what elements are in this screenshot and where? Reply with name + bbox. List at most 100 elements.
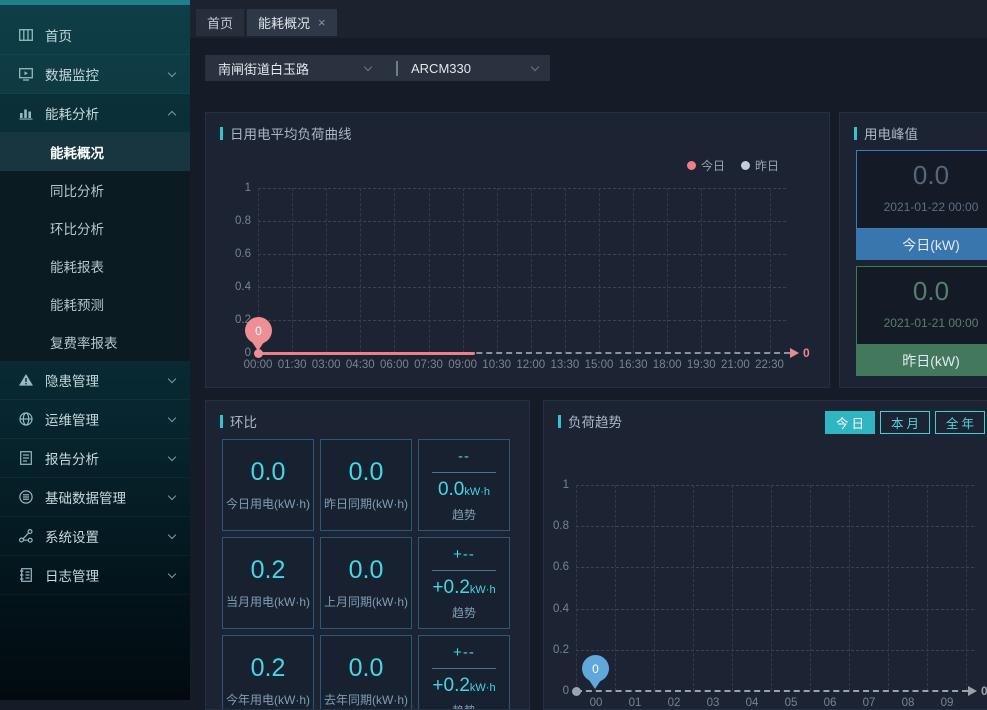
x-axis-tick: 02	[652, 697, 696, 710]
tab-label: 能耗概况	[258, 13, 310, 32]
gridline-v	[565, 188, 566, 353]
trend-panel: 负荷趋势 今日本月全年 00.20.40.60.8100010203040506…	[543, 400, 987, 710]
chevron-down-icon	[168, 491, 176, 499]
device-select[interactable]: ARCM330	[398, 55, 550, 81]
axis-end-value: 0	[803, 347, 810, 359]
gridline-v	[888, 485, 889, 691]
sidebar-menu: 首页数据监控能耗分析能耗概况同比分析环比分析能耗报表能耗预测复费率报表隐患管理运…	[0, 5, 190, 595]
sidebar-subitem[interactable]: 环比分析	[0, 209, 190, 247]
bar-chart-icon	[18, 105, 34, 121]
gridline-v	[463, 188, 464, 353]
gridline-v	[531, 188, 532, 353]
database-icon	[18, 489, 34, 505]
trend-range-buttons: 今日本月全年	[825, 411, 985, 434]
trend-divider	[432, 472, 496, 473]
log-icon	[18, 567, 34, 583]
gridline-h	[258, 320, 786, 321]
nodes-icon	[18, 528, 34, 544]
sidebar-item-log[interactable]: 日志管理	[0, 556, 190, 595]
huanbi-trend-card: --0.0kW·h趋势	[418, 439, 510, 531]
sidebar-subitem[interactable]: 能耗预测	[0, 285, 190, 323]
trend-unit: kW·h	[470, 584, 496, 596]
station-select-value: 南闸街道白玉路	[218, 59, 309, 78]
peak-card-green: 0.02021-01-21 00:00昨日(kW)	[856, 266, 987, 376]
sidebar-item-label: 系统设置	[45, 526, 169, 546]
chevron-down-icon	[168, 374, 176, 382]
sidebar: 首页数据监控能耗分析能耗概况同比分析环比分析能耗报表能耗预测复费率报表隐患管理运…	[0, 0, 190, 700]
x-axis-tick: 05	[769, 697, 813, 710]
gridline-h	[576, 567, 974, 568]
chevron-up-icon	[168, 110, 176, 118]
axis-arrow-icon	[968, 686, 977, 696]
trend-range-button[interactable]: 今日	[825, 411, 875, 434]
gridline-h	[576, 526, 974, 527]
tab-0[interactable]: 首页	[196, 9, 244, 36]
huanbi-trend-card: +--+0.2kW·h趋势	[418, 537, 510, 629]
sidebar-subitem[interactable]: 同比分析	[0, 171, 190, 209]
gridline-v	[667, 188, 668, 353]
trend-range-button[interactable]: 全年	[935, 411, 985, 434]
trend-divider	[432, 668, 496, 669]
tab-1[interactable]: 能耗概况 ×	[247, 9, 337, 36]
daily-load-chart: 00.20.40.60.8100:0001:3003:0004:3006:000…	[206, 113, 829, 387]
sidebar-item-monitor[interactable]: 数据监控	[0, 55, 190, 94]
y-axis-tick: 0.6	[211, 248, 251, 261]
gridline-v	[732, 485, 733, 691]
marker-tail	[252, 342, 264, 351]
panel-title-text: 环比	[230, 411, 257, 431]
chevron-down-icon	[531, 62, 539, 70]
peak-timestamp: 2021-01-22 00:00	[884, 200, 979, 214]
sidebar-item-nodes[interactable]: 系统设置	[0, 517, 190, 556]
gridline-v	[615, 485, 616, 691]
huanbi-value: 0.0	[349, 458, 384, 487]
filter-bar: 南闸街道白玉路 ARCM330	[205, 55, 550, 81]
trend-value: +0.2kW·h	[432, 675, 495, 697]
sidebar-subitem[interactable]: 能耗报表	[0, 247, 190, 285]
x-axis-line	[576, 690, 968, 692]
x-axis-tick: 07	[847, 697, 891, 710]
sidebar-item-home[interactable]: 首页	[0, 16, 190, 55]
y-axis-tick: 0.8	[211, 215, 251, 228]
legend-item-今日[interactable]: 今日	[687, 157, 725, 174]
sidebar-item-bar-chart[interactable]: 能耗分析	[0, 94, 190, 133]
trend-label: 趋势	[452, 506, 476, 523]
peak-timestamp: 2021-01-21 00:00	[884, 316, 979, 330]
huanbi-value-card: 0.0上月同期(kW·h)	[320, 537, 412, 629]
huanbi-label: 上月同期(kW·h)	[324, 593, 408, 610]
x-axis-tick: 01	[613, 697, 657, 710]
gridline-v	[292, 188, 293, 353]
sidebar-item-report[interactable]: 报告分析	[0, 439, 190, 478]
sidebar-item-globe[interactable]: 运维管理	[0, 400, 190, 439]
x-axis-tick: 04	[730, 697, 774, 710]
peak-panel: 用电峰值 0.02021-01-22 00:00今日(kW)0.02021-01…	[839, 112, 987, 388]
legend-label: 昨日	[755, 157, 779, 174]
sidebar-subitem[interactable]: 复费率报表	[0, 323, 190, 361]
sidebar-subitem[interactable]: 能耗概况	[0, 133, 190, 171]
chevron-down-icon	[364, 62, 372, 70]
monitor-icon	[18, 66, 34, 82]
gridline-v	[735, 188, 736, 353]
marker-value: 0	[582, 655, 609, 682]
gridline-v	[360, 188, 361, 353]
panel-title: 环比	[220, 411, 257, 431]
x-axis-tick: 22:30	[748, 359, 792, 372]
sidebar-item-database[interactable]: 基础数据管理	[0, 478, 190, 517]
legend-item-昨日[interactable]: 昨日	[741, 157, 779, 174]
panel-title-text: 负荷趋势	[568, 411, 622, 431]
trend-label: 趋势	[452, 702, 476, 710]
chevron-down-icon	[168, 569, 176, 577]
gridline-h	[258, 188, 786, 189]
title-accent-bar	[220, 415, 223, 428]
trend-range-button[interactable]: 本月	[880, 411, 930, 434]
station-select[interactable]: 南闸街道白玉路	[205, 55, 383, 81]
close-icon[interactable]: ×	[318, 16, 326, 29]
huanbi-value: 0.2	[251, 654, 286, 683]
panel-title-text: 用电峰值	[864, 123, 918, 143]
gridline-h	[258, 254, 786, 255]
sidebar-item-warning[interactable]: 隐患管理	[0, 361, 190, 400]
today-series-line	[258, 352, 475, 355]
report-icon	[18, 450, 34, 466]
axis-end-value: 0	[981, 685, 987, 697]
legend-dot	[687, 161, 696, 170]
gridline-v	[394, 188, 395, 353]
